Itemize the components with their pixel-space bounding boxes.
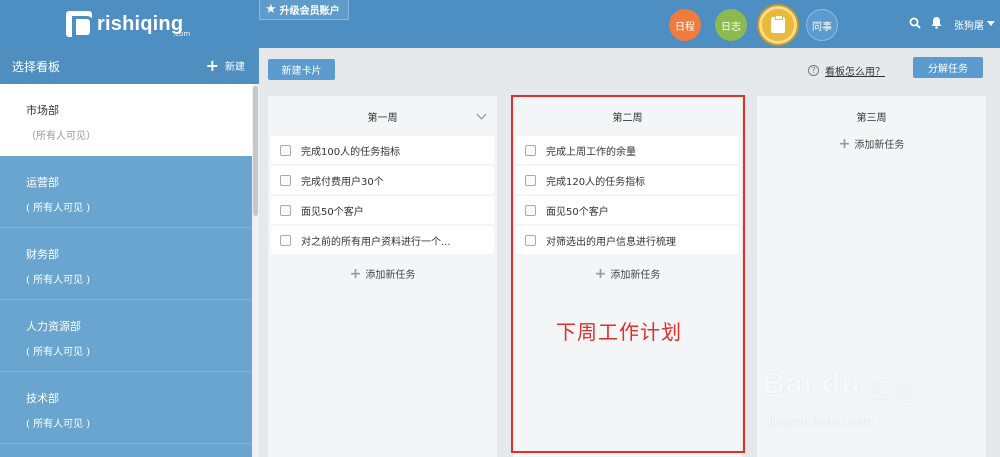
new-card-label: 新建卡片 xyxy=(281,66,322,77)
logo-icon xyxy=(66,11,93,38)
watermark-url: jingyan.baidu.com xyxy=(768,414,873,429)
new-board-label: 新建 xyxy=(225,62,245,73)
star-icon: ★ xyxy=(265,2,277,17)
column-title: 第一周 xyxy=(367,112,398,124)
bell-icon[interactable] xyxy=(930,16,943,29)
sidebar-item-tech[interactable]: 技术部 ( 所有人可见 ) xyxy=(0,372,259,444)
highlight-box xyxy=(511,95,745,453)
split-tasks-label: 分解任务 xyxy=(928,64,968,75)
new-card-button[interactable]: 新建卡片 xyxy=(268,59,335,80)
task-checkbox[interactable] xyxy=(280,144,291,156)
sidebar-header: 选择看板 + 新建 xyxy=(0,48,259,84)
help-link[interactable]: ? 看板怎么用？ xyxy=(808,63,885,78)
upgrade-label: 升级会员账户 xyxy=(279,6,340,17)
sidebar-item-name: 市场部 xyxy=(26,104,59,117)
question-icon: ? xyxy=(808,65,819,76)
task-item[interactable]: 完成付费用户30个 xyxy=(271,166,494,194)
sidebar-item-name: 财务部 xyxy=(26,248,59,261)
new-board-button[interactable]: + 新建 xyxy=(205,55,245,75)
split-tasks-button[interactable]: 分解任务 xyxy=(913,57,983,78)
sidebar-item-name: 人力资源部 xyxy=(26,320,81,333)
add-task-label: 添加新任务 xyxy=(365,270,416,281)
sidebar-item-visibility: ( 所有人可见 ) xyxy=(26,419,91,430)
sidebar-item-marketing[interactable]: 市场部 （所有人可见） xyxy=(0,84,259,156)
logo-suffix: .com xyxy=(173,30,191,38)
logo-text: rishiqing xyxy=(97,12,184,35)
top-bar: rishiqing .com ★ 升级会员账户 日程 日志 同事 张狗屠 xyxy=(0,0,1000,48)
column-header: 第一周 xyxy=(268,96,497,136)
watermark-brand: Bai du xyxy=(763,367,861,400)
sidebar-item-hr[interactable]: 人力资源部 ( 所有人可见 ) xyxy=(0,300,259,372)
task-checkbox[interactable] xyxy=(280,204,291,216)
clipboard-icon xyxy=(771,15,785,33)
search-icon[interactable] xyxy=(909,17,921,29)
sidebar-item-visibility: ( 所有人可见 ) xyxy=(26,203,91,214)
nav-schedule-label: 日程 xyxy=(675,21,695,33)
task-checkbox[interactable] xyxy=(280,174,291,186)
card-column-week1: 第一周 完成100人的任务指标 完成付费用户30个 面见50个客户 对之前的所有… xyxy=(268,96,497,457)
task-item[interactable]: 面见50个客户 xyxy=(271,196,494,224)
user-name[interactable]: 张狗屠 xyxy=(954,17,984,32)
sidebar-item-finance[interactable]: 财务部 ( 所有人可见 ) xyxy=(0,228,259,300)
help-label: 看板怎么用？ xyxy=(825,67,885,78)
task-item[interactable]: 完成100人的任务指标 xyxy=(271,136,494,164)
task-item[interactable]: 对之前的所有用户资料进行一个... xyxy=(271,226,494,254)
scrollbar-thumb[interactable] xyxy=(253,86,258,216)
task-label: 完成付费用户30个 xyxy=(301,176,384,188)
nav-colleagues-button[interactable]: 同事 xyxy=(806,9,838,41)
sidebar-title: 选择看板 xyxy=(12,59,61,74)
nav-schedule-button[interactable]: 日程 xyxy=(669,9,701,41)
plus-icon: + xyxy=(205,55,219,75)
sidebar-item-operations[interactable]: 运营部 ( 所有人可见 ) xyxy=(0,156,259,228)
upgrade-account-button[interactable]: ★ 升级会员账户 xyxy=(259,0,349,20)
plus-icon: + xyxy=(838,135,851,152)
sidebar-item-name: 技术部 xyxy=(26,392,59,405)
nav-board-button[interactable] xyxy=(759,6,797,44)
nav-colleagues-label: 同事 xyxy=(812,21,832,33)
sidebar: 选择看板 + 新建 市场部 （所有人可见） 运营部 ( 所有人可见 ) 财务部 … xyxy=(0,48,259,457)
sidebar-scrollbar[interactable] xyxy=(252,84,259,457)
add-task-button[interactable]: + 添加新任务 xyxy=(268,265,497,282)
plus-icon: + xyxy=(349,265,362,282)
sidebar-item-name: 运营部 xyxy=(26,176,59,189)
sidebar-item-visibility: （所有人可见） xyxy=(26,131,96,142)
chevron-down-icon[interactable] xyxy=(476,109,487,120)
task-checkbox[interactable] xyxy=(280,234,291,246)
column-title: 第三周 xyxy=(856,112,887,124)
nav-log-button[interactable]: 日志 xyxy=(715,9,747,41)
annotation-text: 下周工作计划 xyxy=(556,320,682,344)
watermark-brand-cn: 经验 xyxy=(866,378,914,406)
logo[interactable]: rishiqing xyxy=(66,11,184,38)
task-label: 面见50个客户 xyxy=(301,206,364,218)
add-task-button[interactable]: + 添加新任务 xyxy=(757,135,986,152)
column-header: 第三周 xyxy=(757,96,986,136)
sidebar-item-visibility: ( 所有人可见 ) xyxy=(26,275,91,286)
task-label: 对之前的所有用户资料进行一个... xyxy=(301,236,451,248)
add-task-label: 添加新任务 xyxy=(854,140,905,151)
task-label: 完成100人的任务指标 xyxy=(301,146,401,158)
sidebar-item-visibility: ( 所有人可见 ) xyxy=(26,347,91,358)
caret-down-icon[interactable] xyxy=(987,21,995,26)
nav-log-label: 日志 xyxy=(721,21,741,33)
